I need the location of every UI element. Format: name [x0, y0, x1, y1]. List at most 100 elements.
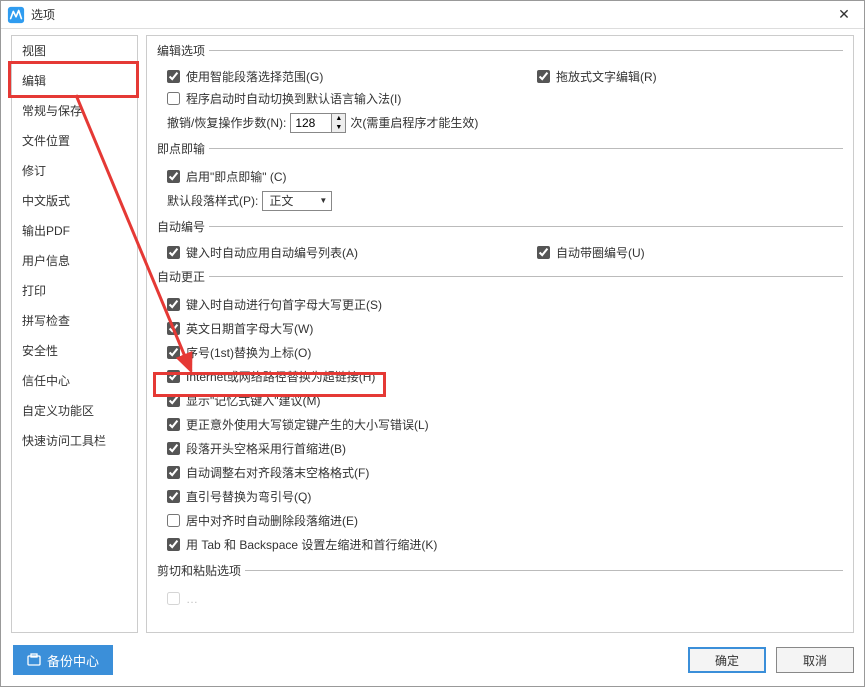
- checkbox-label[interactable]: 键入时自动进行句首字母大写更正(S): [186, 296, 382, 313]
- sidebar-item-label: 文件位置: [22, 134, 70, 148]
- sidebar: 视图 编辑 常规与保存 文件位置 修订 中文版式 输出PDF 用户信息 打印 拼…: [11, 35, 138, 633]
- section-edit-options: 编辑选项 使用智能段落选择范围(G) 拖放式文字编辑(R) 程序启动时自动切换到…: [157, 42, 843, 136]
- backup-label: 备份中心: [47, 651, 99, 670]
- default-para-style-label: 默认段落样式(P):: [167, 192, 258, 209]
- select-value: 正文: [269, 192, 293, 209]
- checkbox-label[interactable]: Internet或网络路径替换为超链接(H): [186, 368, 375, 385]
- sidebar-item-edit[interactable]: 编辑: [12, 66, 137, 96]
- spin-down-button[interactable]: ▼: [332, 123, 345, 132]
- chevron-down-icon: ▼: [319, 196, 327, 205]
- undo-steps-input-group: ▲ ▼: [290, 113, 346, 133]
- checkbox-label[interactable]: 居中对齐时自动删除段落缩进(E): [186, 512, 358, 529]
- sidebar-item-label: 中文版式: [22, 194, 70, 208]
- sidebar-item-trust-center[interactable]: 信任中心: [12, 366, 137, 396]
- sidebar-item-label: 信任中心: [22, 374, 70, 388]
- section-click-type: 即点即输 启用"即点即输" (C) 默认段落样式(P): 正文 ▼: [157, 140, 843, 214]
- checkbox-label[interactable]: 英文日期首字母大写(W): [186, 320, 313, 337]
- checkbox-label[interactable]: 自动带圈编号(U): [556, 244, 645, 261]
- cancel-button[interactable]: 取消: [776, 647, 854, 673]
- checkbox-label[interactable]: 启用"即点即输" (C): [186, 168, 287, 185]
- checkbox-label[interactable]: 显示"记忆式键入"建议(M): [186, 392, 321, 409]
- titlebar: 选项 ✕: [1, 1, 864, 29]
- footer: 备份中心 确定 取消: [1, 634, 864, 686]
- sidebar-item-general-save[interactable]: 常规与保存: [12, 96, 137, 126]
- section-legend: 自动更正: [157, 268, 209, 285]
- checkbox-cutpaste-hidden[interactable]: [167, 592, 180, 605]
- undo-steps-suffix: 次(需重启程序才能生效): [350, 114, 478, 131]
- section-legend: 自动编号: [157, 218, 209, 235]
- spin-up-button[interactable]: ▲: [332, 114, 345, 123]
- checkbox-label[interactable]: 键入时自动应用自动编号列表(A): [186, 244, 358, 261]
- section-legend: 编辑选项: [157, 42, 209, 59]
- section-legend: 剪切和粘贴选项: [157, 562, 245, 579]
- checkbox-enable-click-type[interactable]: [167, 170, 180, 183]
- section-legend: 即点即输: [157, 140, 209, 157]
- sidebar-item-print[interactable]: 打印: [12, 276, 137, 306]
- checkbox-label[interactable]: 程序启动时自动切换到默认语言输入法(I): [186, 90, 401, 107]
- checkbox-label[interactable]: 更正意外使用大写锁定键产生的大小写错误(L): [186, 416, 429, 433]
- section-auto-correct: 自动更正 键入时自动进行句首字母大写更正(S) 英文日期首字母大写(W) 序号(…: [157, 268, 843, 558]
- sidebar-item-quick-access[interactable]: 快速访问工具栏: [12, 426, 137, 456]
- checkbox-autocorrect-2[interactable]: [167, 346, 180, 359]
- sidebar-item-label: 打印: [22, 284, 46, 298]
- sidebar-item-chinese-layout[interactable]: 中文版式: [12, 186, 137, 216]
- sidebar-item-view[interactable]: 视图: [12, 36, 137, 66]
- checkbox-label[interactable]: 段落开头空格采用行首缩进(B): [186, 440, 346, 457]
- checkbox-autocorrect-10[interactable]: [167, 538, 180, 551]
- sidebar-item-label: 快速访问工具栏: [22, 434, 106, 448]
- undo-steps-input[interactable]: [291, 114, 331, 132]
- checkbox-label[interactable]: 序号(1st)替换为上标(O): [186, 344, 311, 361]
- checkbox-label[interactable]: 自动调整右对齐段落末空格格式(F): [186, 464, 369, 481]
- undo-steps-label: 撤销/恢复操作步数(N):: [167, 114, 286, 131]
- sidebar-item-label: 编辑: [22, 74, 46, 88]
- sidebar-item-label: 修订: [22, 164, 46, 178]
- sidebar-item-custom-ribbon[interactable]: 自定义功能区: [12, 396, 137, 426]
- checkbox-autocorrect-8[interactable]: [167, 490, 180, 503]
- backup-icon: [27, 653, 41, 667]
- checkbox-label[interactable]: 直引号替换为弯引号(Q): [186, 488, 311, 505]
- close-button[interactable]: ✕: [830, 5, 858, 25]
- default-para-style-select[interactable]: 正文 ▼: [262, 191, 332, 211]
- sidebar-item-label: 输出PDF: [22, 224, 70, 238]
- checkbox-autocorrect-3[interactable]: [167, 370, 180, 383]
- spinner: ▲ ▼: [331, 114, 345, 132]
- sidebar-item-label: 用户信息: [22, 254, 70, 268]
- ok-button[interactable]: 确定: [688, 647, 766, 673]
- button-label: 确定: [715, 652, 739, 669]
- checkbox-autocorrect-0[interactable]: [167, 298, 180, 311]
- checkbox-drag-drop-edit[interactable]: [537, 70, 550, 83]
- checkbox-auto-switch-ime[interactable]: [167, 92, 180, 105]
- sidebar-item-label: 视图: [22, 44, 46, 58]
- button-label: 取消: [803, 652, 827, 669]
- checkbox-label[interactable]: 拖放式文字编辑(R): [556, 68, 657, 85]
- backup-center-button[interactable]: 备份中心: [13, 645, 113, 675]
- checkbox-label[interactable]: 使用智能段落选择范围(G): [186, 68, 323, 85]
- checkbox-autocorrect-4[interactable]: [167, 394, 180, 407]
- checkbox-smart-paragraph[interactable]: [167, 70, 180, 83]
- checkbox-autocorrect-6[interactable]: [167, 442, 180, 455]
- app-icon: [7, 6, 25, 24]
- checkbox-auto-circled[interactable]: [537, 246, 550, 259]
- sidebar-item-label: 自定义功能区: [22, 404, 94, 418]
- checkbox-autocorrect-5[interactable]: [167, 418, 180, 431]
- section-auto-number: 自动编号 键入时自动应用自动编号列表(A) 自动带圈编号(U): [157, 218, 843, 264]
- checkbox-label[interactable]: 用 Tab 和 Backspace 设置左缩进和首行缩进(K): [186, 536, 437, 553]
- checkbox-autocorrect-7[interactable]: [167, 466, 180, 479]
- body: 视图 编辑 常规与保存 文件位置 修订 中文版式 输出PDF 用户信息 打印 拼…: [1, 29, 864, 633]
- checkbox-label: …: [186, 592, 198, 606]
- sidebar-item-output-pdf[interactable]: 输出PDF: [12, 216, 137, 246]
- sidebar-item-file-location[interactable]: 文件位置: [12, 126, 137, 156]
- sidebar-item-spellcheck[interactable]: 拼写检查: [12, 306, 137, 336]
- window-title: 选项: [31, 6, 830, 23]
- sidebar-item-revision[interactable]: 修订: [12, 156, 137, 186]
- sidebar-item-security[interactable]: 安全性: [12, 336, 137, 366]
- checkbox-autocorrect-1[interactable]: [167, 322, 180, 335]
- checkbox-apply-auto-list[interactable]: [167, 246, 180, 259]
- sidebar-item-label: 安全性: [22, 344, 58, 358]
- checkbox-autocorrect-9[interactable]: [167, 514, 180, 527]
- sidebar-item-user-info[interactable]: 用户信息: [12, 246, 137, 276]
- content-panel: 编辑选项 使用智能段落选择范围(G) 拖放式文字编辑(R) 程序启动时自动切换到…: [146, 35, 854, 633]
- sidebar-item-label: 常规与保存: [22, 104, 82, 118]
- section-cut-paste: 剪切和粘贴选项 …: [157, 562, 843, 612]
- sidebar-item-label: 拼写检查: [22, 314, 70, 328]
